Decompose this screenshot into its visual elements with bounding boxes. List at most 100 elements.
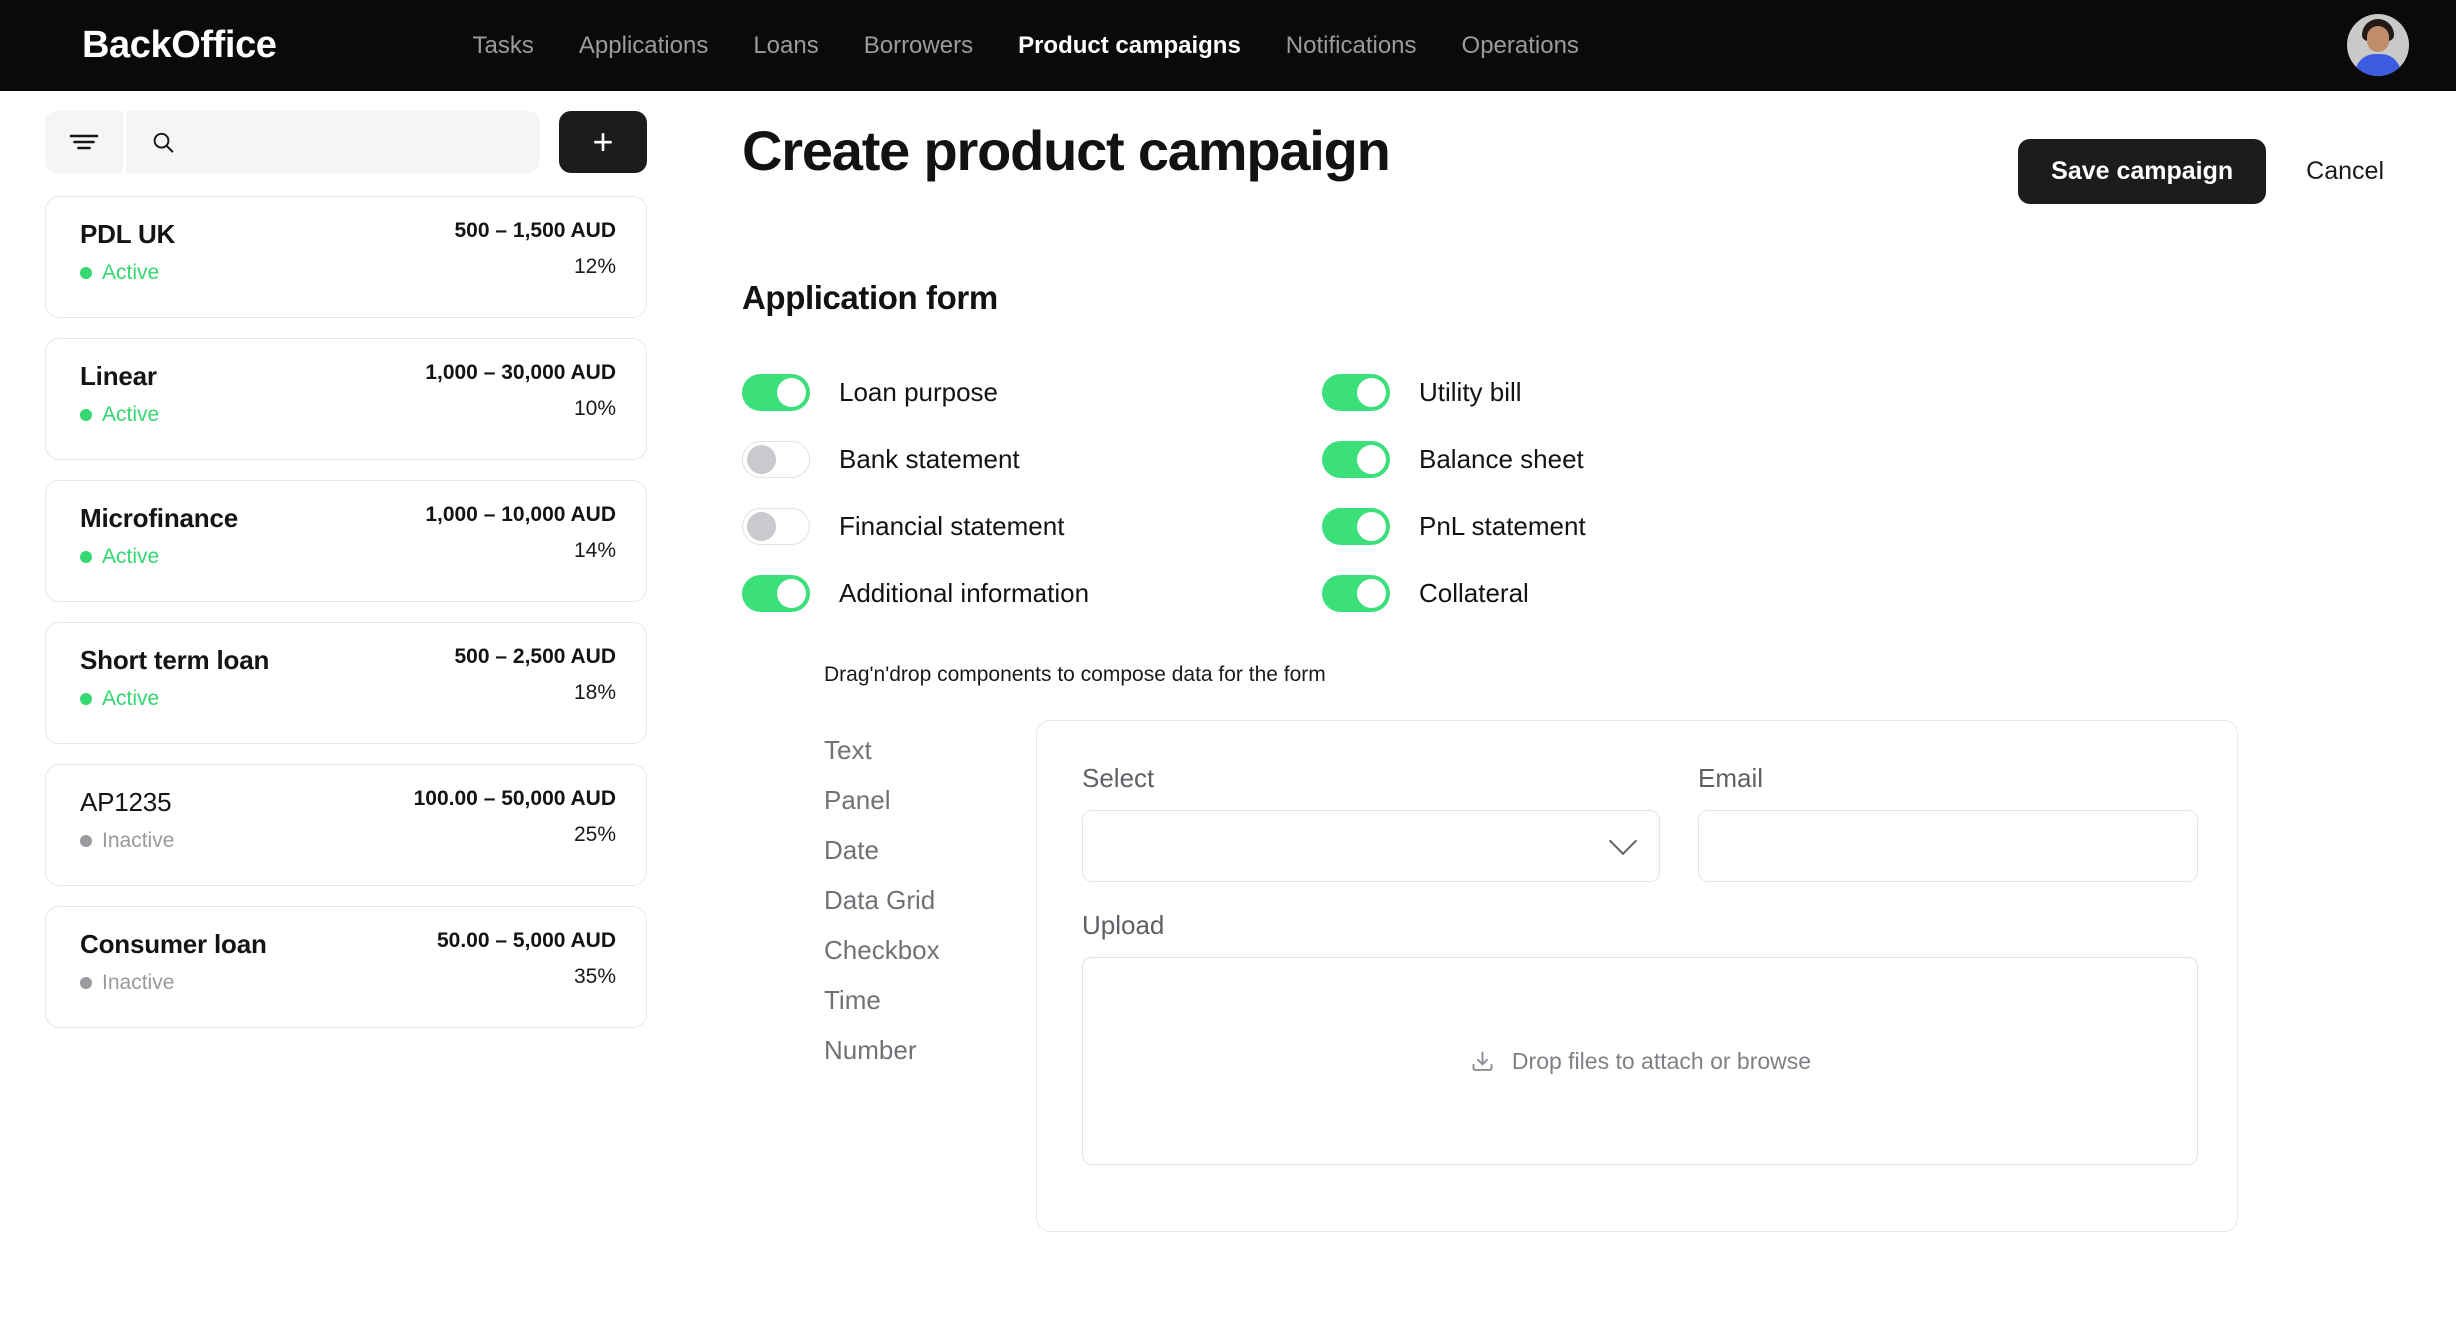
toggle-knob	[1357, 378, 1386, 407]
palette-item-number[interactable]: Number	[824, 1035, 1036, 1072]
toggle-knob	[1357, 579, 1386, 608]
application-form-toggles: Loan purpose Utility bill Bank statement…	[742, 359, 2242, 627]
toggle-knob	[1357, 445, 1386, 474]
app-logo[interactable]: BackOffice	[82, 24, 277, 67]
toggle-switch[interactable]	[1322, 441, 1390, 478]
campaign-card-short-term-loan[interactable]: Short term loan Active 500 – 2,500 AUD 1…	[45, 622, 647, 744]
status-badge: Active	[80, 545, 238, 569]
nav-item-borrowers[interactable]: Borrowers	[864, 32, 973, 60]
status-badge: Active	[80, 261, 175, 285]
campaign-card-linear[interactable]: Linear Active 1,000 – 30,000 AUD 10%	[45, 338, 647, 460]
toggle-label: Balance sheet	[1419, 444, 1584, 474]
palette-item-text[interactable]: Text	[824, 735, 1036, 772]
section-title-application-form: Application form	[742, 279, 998, 316]
palette-item-data-grid[interactable]: Data Grid	[824, 885, 1036, 922]
campaign-name: AP1235	[80, 787, 172, 817]
filter-button[interactable]	[45, 111, 123, 173]
select-input[interactable]	[1082, 810, 1660, 882]
status-badge: Inactive	[80, 971, 267, 995]
campaign-card-ap1235[interactable]: AP1235 Inactive 100.00 – 50,000 AUD 25%	[45, 764, 647, 886]
campaign-info: Short term loan Active	[80, 645, 269, 743]
toggle-row-balance-sheet[interactable]: Balance sheet	[1322, 426, 2242, 493]
status-badge: Active	[80, 403, 159, 427]
toggle-switch[interactable]	[1322, 508, 1390, 545]
toggle-knob	[777, 378, 806, 407]
form-field-select: Select	[1082, 763, 1660, 882]
nav-item-tasks[interactable]: Tasks	[473, 32, 534, 60]
toggle-switch[interactable]	[742, 508, 810, 545]
toggle-label: Loan purpose	[839, 377, 999, 407]
toggle-switch[interactable]	[742, 374, 810, 411]
toggle-knob	[747, 445, 776, 474]
toggle-row-loan-purpose[interactable]: Loan purpose	[742, 359, 1322, 426]
status-label: Active	[102, 261, 160, 284]
toggle-switch[interactable]	[1322, 575, 1390, 612]
toggle-knob	[1357, 512, 1386, 541]
upload-dropzone[interactable]: Drop files to attach or browse	[1082, 957, 2198, 1165]
toggle-label: Additional information	[839, 578, 1090, 608]
status-dot-icon	[80, 835, 92, 847]
campaign-rate: 35%	[573, 965, 616, 988]
status-badge: Active	[80, 687, 269, 711]
campaign-card-microfinance[interactable]: Microfinance Active 1,000 – 10,000 AUD 1…	[45, 480, 647, 602]
campaign-info: AP1235 Inactive	[80, 787, 174, 885]
upload-field-label: Upload	[1082, 910, 1165, 940]
plus-icon: +	[592, 121, 614, 162]
campaign-figures: 50.00 – 5,000 AUD 35%	[437, 929, 616, 1027]
status-label: Inactive	[102, 829, 175, 852]
upload-dropzone-text: Drop files to attach or browse	[1511, 1047, 1812, 1074]
nav-item-notifications[interactable]: Notifications	[1286, 32, 1417, 60]
campaign-amount: 100.00 – 50,000 AUD	[413, 787, 616, 810]
campaign-rate: 25%	[573, 823, 616, 846]
campaign-figures: 1,000 – 10,000 AUD 14%	[425, 503, 616, 601]
palette-item-date[interactable]: Date	[824, 835, 1036, 872]
toggle-label: Bank statement	[839, 444, 1020, 474]
add-campaign-button[interactable]: +	[559, 111, 647, 173]
palette-item-checkbox[interactable]: Checkbox	[824, 935, 1036, 972]
avatar-face	[2367, 26, 2389, 52]
campaign-name: Short term loan	[80, 645, 270, 675]
campaigns-sidebar: + PDL UK Active 500 – 1,500 AUD 12% Line…	[0, 91, 692, 1318]
toggle-row-collateral[interactable]: Collateral	[1322, 560, 2242, 627]
form-field-email: Email	[1698, 763, 2198, 882]
status-label: Inactive	[102, 971, 175, 994]
campaign-amount: 500 – 1,500 AUD	[454, 219, 617, 242]
toggle-row-financial-statement[interactable]: Financial statement	[742, 493, 1322, 560]
nav-items: Tasks Applications Loans Borrowers Produ…	[473, 32, 1579, 60]
status-dot-icon	[80, 693, 92, 705]
toggle-switch[interactable]	[1322, 374, 1390, 411]
email-input[interactable]	[1698, 810, 2198, 882]
toggle-switch[interactable]	[742, 441, 810, 478]
save-campaign-button[interactable]: Save campaign	[2018, 139, 2267, 204]
nav-item-applications[interactable]: Applications	[579, 32, 708, 60]
download-tray-icon	[1472, 1051, 1493, 1071]
select-field-label: Select	[1082, 763, 1155, 793]
toggle-row-utility-bill[interactable]: Utility bill	[1322, 359, 2242, 426]
status-label: Active	[102, 403, 160, 426]
nav-item-loans[interactable]: Loans	[753, 32, 818, 60]
search-input[interactable]	[188, 130, 540, 154]
search-box[interactable]	[126, 111, 540, 173]
campaign-figures: 500 – 2,500 AUD 18%	[455, 645, 617, 743]
toggle-row-additional-information[interactable]: Additional information	[742, 560, 1322, 627]
nav-item-product-campaigns[interactable]: Product campaigns	[1018, 32, 1241, 60]
toggle-row-pnl-statement[interactable]: PnL statement	[1322, 493, 2242, 560]
campaign-info: Microfinance Active	[80, 503, 238, 601]
toggle-knob	[747, 512, 776, 541]
form-canvas[interactable]: Select Email Upload Drop files to attach…	[1036, 720, 2238, 1232]
avatar[interactable]	[2347, 14, 2409, 76]
nav-item-operations[interactable]: Operations	[1462, 32, 1579, 60]
campaign-rate: 18%	[573, 681, 616, 704]
toggle-switch[interactable]	[742, 575, 810, 612]
palette-item-panel[interactable]: Panel	[824, 785, 1036, 822]
toggle-label: Financial statement	[839, 511, 1065, 541]
campaign-info: Linear Active	[80, 361, 159, 459]
campaign-card-pdl-uk[interactable]: PDL UK Active 500 – 1,500 AUD 12%	[45, 196, 647, 318]
toggle-row-bank-statement[interactable]: Bank statement	[742, 426, 1322, 493]
email-field-label: Email	[1698, 763, 1764, 793]
main-content: Create product campaign Save campaign Ca…	[692, 91, 2456, 1318]
palette-item-time[interactable]: Time	[824, 985, 1036, 1022]
form-field-row: Select Email	[1082, 763, 2198, 882]
campaign-card-consumer-loan[interactable]: Consumer loan Inactive 50.00 – 5,000 AUD…	[45, 906, 647, 1028]
cancel-button[interactable]: Cancel	[2306, 157, 2384, 186]
